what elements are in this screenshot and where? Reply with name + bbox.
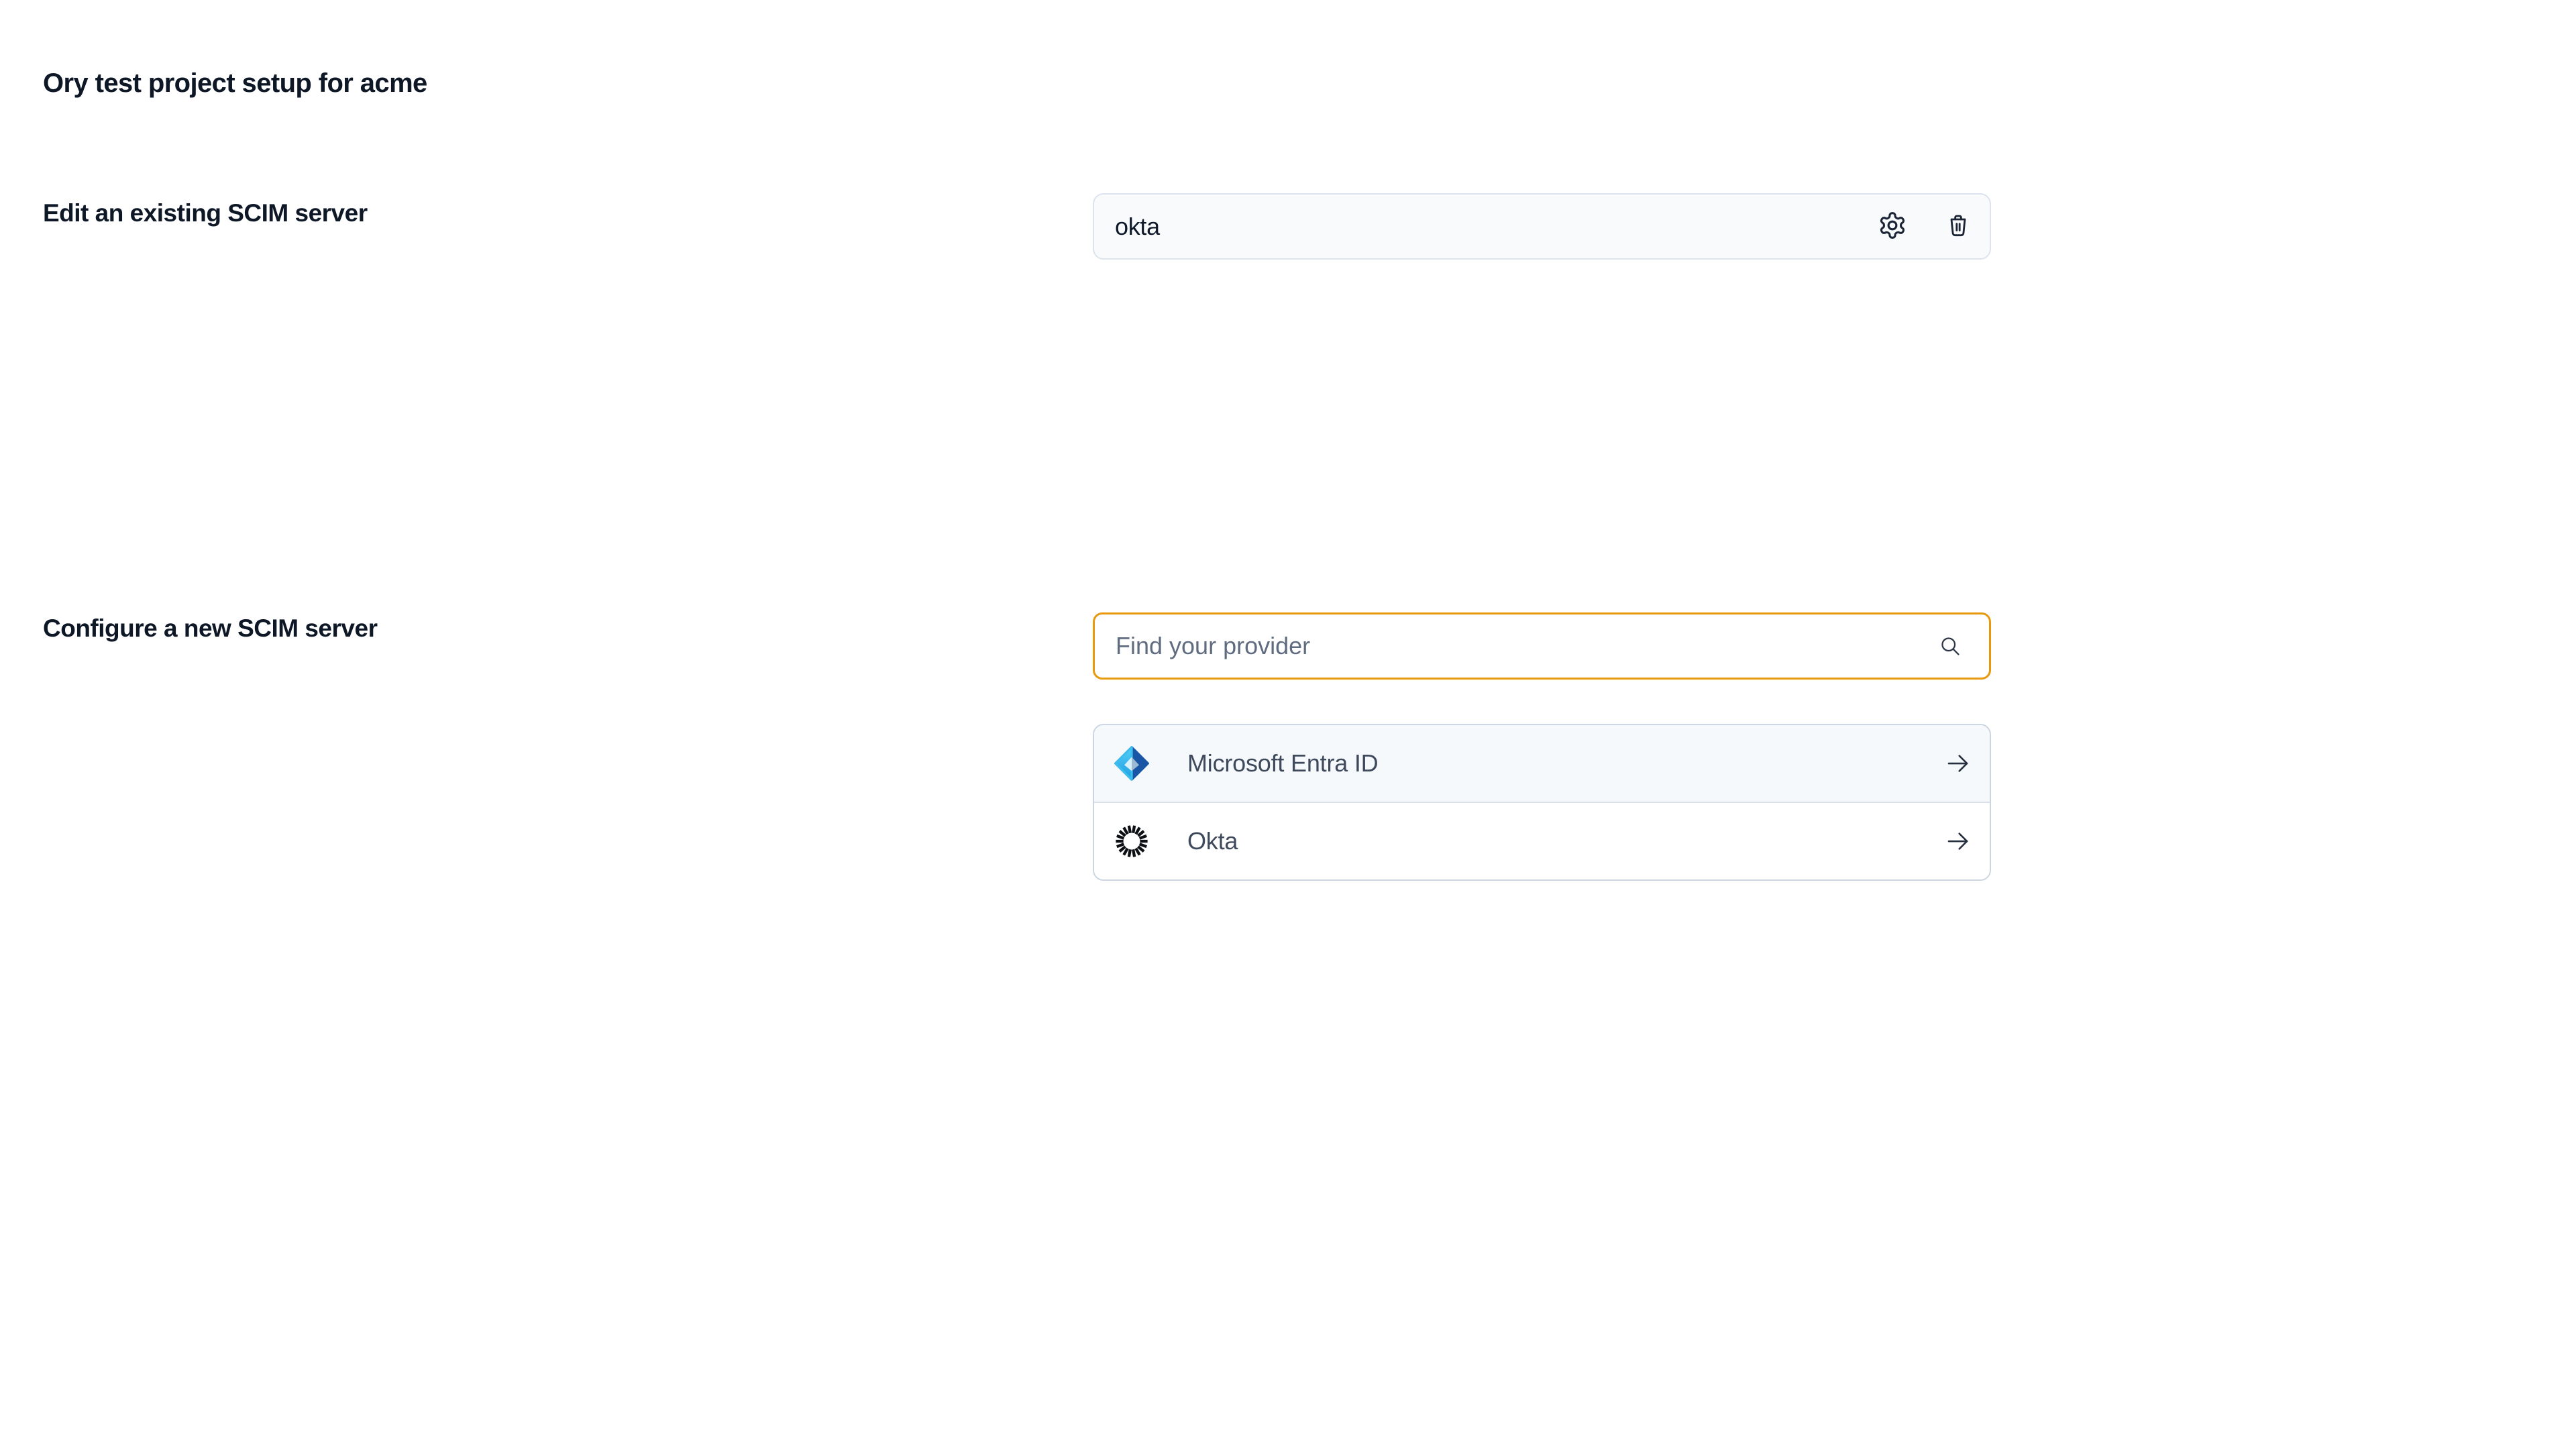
arrow-right-icon	[1944, 749, 1972, 777]
provider-name: Okta	[1187, 827, 1238, 855]
gear-icon	[1878, 211, 1907, 242]
arrow-right-icon	[1944, 827, 1972, 855]
server-card-actions	[1877, 211, 1974, 242]
existing-server-heading: Edit an existing SCIM server	[43, 199, 368, 228]
server-delete-button[interactable]	[1943, 211, 1974, 242]
provider-search-input[interactable]	[1095, 614, 1938, 678]
page-title: Ory test project setup for acme	[43, 67, 427, 99]
provider-row-microsoft-entra-id[interactable]: Microsoft Entra ID	[1094, 725, 1990, 802]
provider-row-okta[interactable]: Okta	[1094, 803, 1990, 879]
scim-setup-page: Ory test project setup for acme Edit an …	[0, 0, 2576, 1449]
okta-logo-icon	[1113, 822, 1150, 860]
search-icon	[1938, 634, 1962, 658]
server-name: okta	[1115, 213, 1160, 241]
server-settings-button[interactable]	[1877, 211, 1908, 242]
provider-search-box	[1093, 612, 1991, 680]
provider-list: Microsoft Entra ID	[1093, 724, 1991, 881]
new-server-heading: Configure a new SCIM server	[43, 614, 377, 643]
provider-name: Microsoft Entra ID	[1187, 749, 1378, 777]
trash-icon	[1945, 212, 1972, 241]
existing-server-card: okta	[1093, 193, 1991, 260]
microsoft-entra-id-logo-icon	[1113, 745, 1150, 782]
